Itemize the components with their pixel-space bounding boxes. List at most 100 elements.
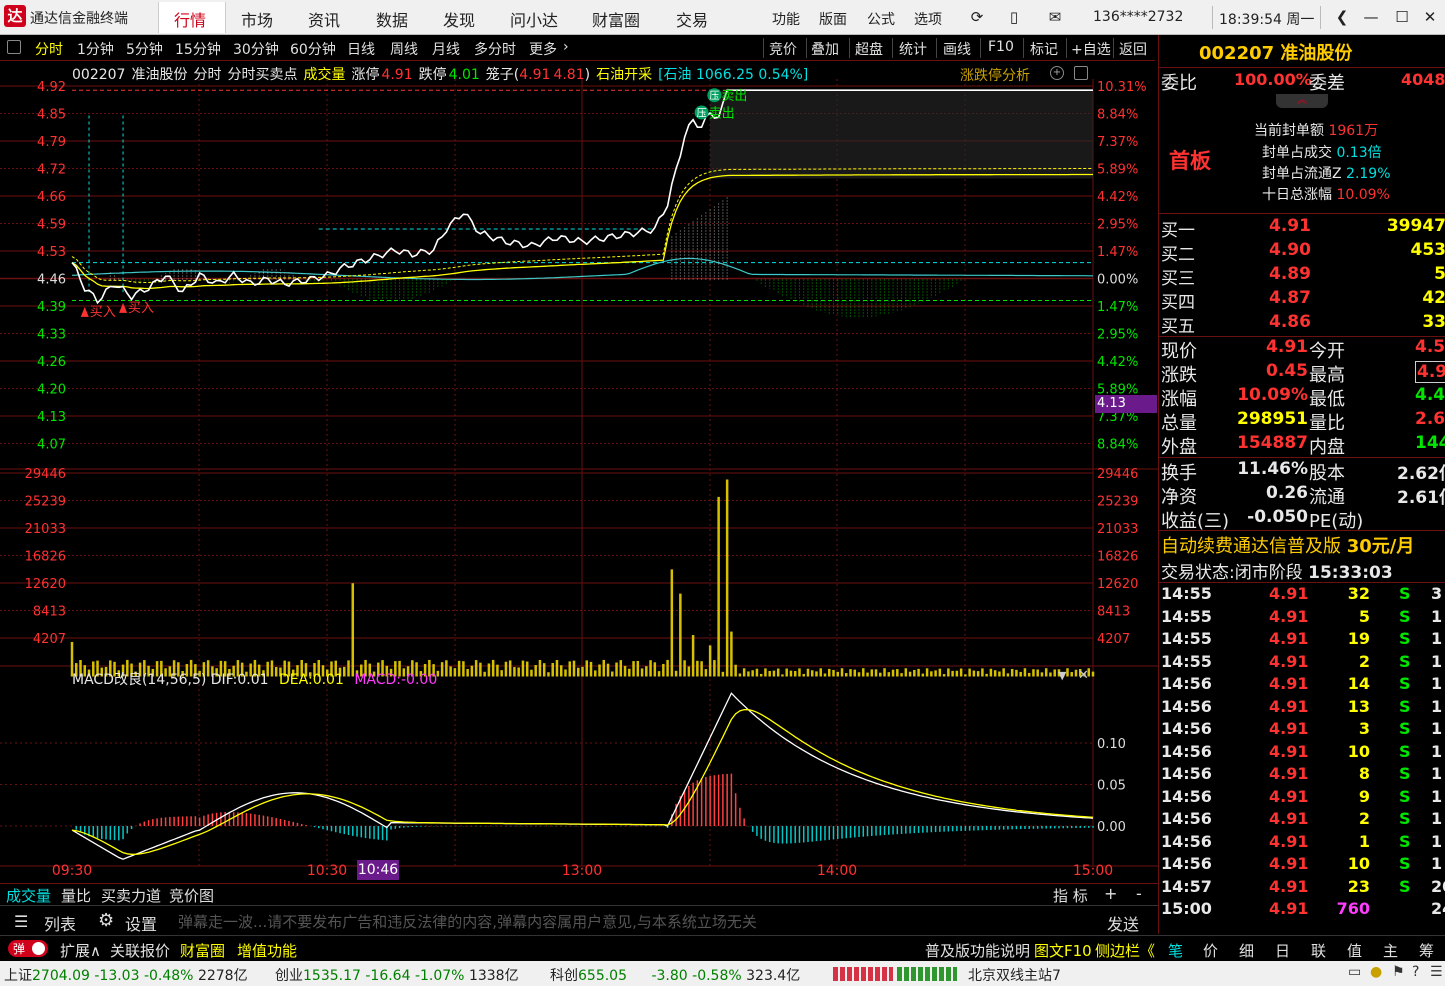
tab-auction-chart[interactable]: 竞价图 [169, 885, 214, 906]
menu-market[interactable]: 市场 [241, 7, 273, 31]
list-button[interactable]: 列表 [44, 911, 76, 935]
period-multi[interactable]: 多分时 [474, 39, 516, 59]
minimize-icon[interactable]: — [1362, 8, 1380, 26]
period-60min[interactable]: 60分钟 [290, 39, 336, 59]
bid-row[interactable]: 买三 4.89 5 [1161, 264, 1445, 289]
remove-pane-button[interactable]: - [1136, 884, 1142, 903]
buy-marker-arrow-icon [119, 302, 128, 313]
maximize-icon[interactable]: ☐ [1393, 8, 1411, 26]
more-icon[interactable]: ☰ [1430, 964, 1443, 980]
tool-back[interactable]: 返回 [1119, 39, 1147, 59]
f10-link[interactable]: 图文F10 [1034, 940, 1092, 961]
period-1min[interactable]: 1分钟 [77, 39, 114, 59]
tab-ticks[interactable]: 笔 [1168, 940, 1183, 961]
tool-stats[interactable]: 统计 [899, 39, 927, 59]
related-quotes-button[interactable]: 关联报价 [110, 940, 170, 961]
menu-hangqing[interactable]: 行情 [174, 7, 206, 31]
period-15min[interactable]: 15分钟 [175, 39, 221, 59]
sidebar-link[interactable]: 侧边栏《 [1095, 940, 1155, 961]
wealth-circle-button[interactable]: 财富圈 [180, 940, 225, 961]
period-day[interactable]: 日线 [347, 39, 375, 59]
tab-detail[interactable]: 细 [1239, 940, 1254, 961]
tool-add-favorite[interactable]: +自选 [1071, 39, 1111, 59]
menu-discover[interactable]: 发现 [443, 7, 475, 31]
tab-linked[interactable]: 联 [1311, 940, 1326, 961]
tab-chips[interactable]: 筹 [1419, 940, 1434, 961]
settings-button[interactable]: 设置 [125, 911, 157, 935]
period-week[interactable]: 周线 [390, 39, 418, 59]
title-bar: 达 通达信金融终端 行情 市场 资讯 数据 发现 问小达 财富圈 交易 功能 版… [0, 0, 1445, 35]
ad-price: 30元/月 [1346, 536, 1415, 557]
danmu-input[interactable]: 弹幕走一波...请不要发布广告和违反法律的内容,弹幕内容属用户意见,与本系统立场… [178, 911, 1078, 931]
stat-value: 144064 [1415, 433, 1445, 453]
chart-area[interactable]: 002207 准油股份 分时 分时买卖点 成交量 涨停 4.91 跌停 4.01 笼子(4.91 4… [0, 61, 1158, 883]
bid-row[interactable]: 买五 4.86 33 [1161, 312, 1445, 337]
add-pane-button[interactable]: + [1104, 884, 1117, 903]
period-month[interactable]: 月线 [432, 39, 460, 59]
dropdown-icon[interactable]: ▼ [1058, 669, 1066, 682]
tab-price[interactable]: 价 [1203, 940, 1218, 961]
tool-overlay[interactable]: 叠加 [811, 39, 839, 59]
chevron-right-icon[interactable]: › [563, 39, 569, 55]
list-icon[interactable]: ☰ [14, 912, 28, 931]
close-icon[interactable]: ✕ [1421, 8, 1439, 26]
tool-f10[interactable]: F10 [988, 39, 1014, 55]
subscription-ad[interactable]: 自动续费通达信普及版 30元/月 [1161, 532, 1414, 558]
tool-options[interactable]: 选项 [914, 9, 942, 29]
menu-news[interactable]: 资讯 [308, 7, 340, 31]
index-chinext[interactable]: 创业1535.17 -16.64 -1.07% 1338亿 [275, 965, 519, 985]
period-more[interactable]: 更多 [529, 39, 557, 59]
menu-wealth[interactable]: 财富圈 [592, 7, 640, 31]
indicator-tabs: 成交量 量比 买卖力道 竞价图 指 标 + - [0, 883, 1158, 905]
tab-volume[interactable]: 成交量 [6, 885, 51, 906]
signal-icon[interactable]: ⚑ [1392, 964, 1405, 980]
tab-buy-sell-force[interactable]: 买卖力道 [101, 885, 161, 906]
close-indicator-icon[interactable]: ✕ [1078, 668, 1089, 683]
bid-row[interactable]: 买一 4.91 39947 [1161, 216, 1445, 241]
account-id[interactable]: 136****2732 [1093, 9, 1183, 25]
phone-icon[interactable]: ▯ [1005, 8, 1023, 26]
tick-count: 1 [1431, 854, 1443, 873]
tool-formula[interactable]: 公式 [867, 9, 895, 29]
tool-mark[interactable]: 标记 [1030, 39, 1058, 59]
index-shanghai[interactable]: 上证2704.09 -13.03 -0.48% 2278亿 [4, 965, 248, 985]
percent-tick-label: 1.47% [1097, 245, 1138, 260]
tool-function[interactable]: 功能 [772, 9, 800, 29]
tool-draw[interactable]: 画线 [943, 39, 971, 59]
expand-button[interactable]: 扩展∧ [60, 940, 101, 961]
seal-amount-value: 1961万 [1328, 123, 1379, 139]
danmu-toggle[interactable]: 弹 [8, 940, 48, 957]
help-link[interactable]: 普及版功能说明 [925, 940, 1030, 961]
tab-volume-ratio[interactable]: 量比 [61, 885, 91, 906]
bid-row[interactable]: 买二 4.90 453 [1161, 240, 1445, 265]
tool-layout[interactable]: 版面 [819, 9, 847, 29]
period-30min[interactable]: 30分钟 [233, 39, 279, 59]
settings-icon[interactable]: ⚙ [98, 910, 114, 931]
coin-icon[interactable]: ● [1370, 964, 1382, 980]
back-arrow-icon[interactable]: ❮ [1333, 8, 1351, 26]
tab-value[interactable]: 值 [1347, 940, 1362, 961]
send-button[interactable]: 发送 [1107, 911, 1139, 935]
tab-main[interactable]: 主 [1383, 940, 1398, 961]
mail-icon[interactable]: ✉ [1046, 8, 1064, 26]
refresh-icon[interactable]: ⟳ [968, 8, 986, 26]
period-intraday[interactable]: 分时 [35, 39, 63, 59]
indicator-button[interactable]: 指 标 [1053, 885, 1088, 906]
help-icon[interactable]: ? [1412, 964, 1419, 980]
bid-row[interactable]: 买四 4.87 42 [1161, 288, 1445, 313]
price-tick-label: 4.92 [37, 80, 66, 95]
index-star[interactable]: 科创655.05 -3.80 -0.58% 323.4亿 [550, 965, 800, 985]
server-name[interactable]: 北京双线主站7 [968, 965, 1061, 985]
window-icon[interactable]: ▭ [1348, 964, 1361, 980]
collapse-icon[interactable]: ︽ [1276, 94, 1328, 108]
menu-trade[interactable]: 交易 [676, 7, 708, 31]
panel-toggle-icon[interactable] [7, 40, 21, 54]
period-5min[interactable]: 5分钟 [126, 39, 163, 59]
tab-day[interactable]: 日 [1275, 940, 1290, 961]
intraday-chart[interactable]: 4.92 4.85 4.79 4.72 4.66 4.59 4.53 4.46 4.39 4.33… [0, 61, 1158, 883]
value-added-button[interactable]: 增值功能 [237, 940, 297, 961]
tool-superdisk[interactable]: 超盘 [855, 39, 883, 59]
menu-data[interactable]: 数据 [376, 7, 408, 31]
tool-auction[interactable]: 竞价 [769, 39, 797, 59]
menu-ask[interactable]: 问小达 [510, 7, 558, 31]
